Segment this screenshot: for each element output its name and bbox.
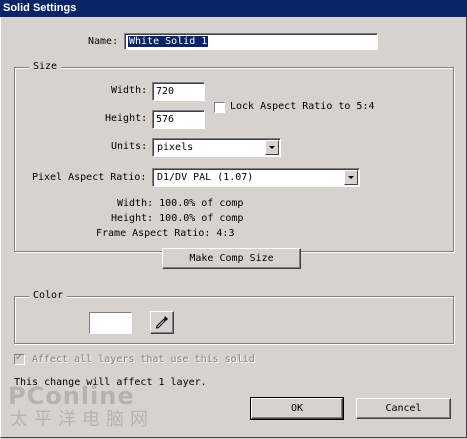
chevron-down-icon[interactable]: [344, 170, 358, 185]
eyedropper-icon: [155, 316, 168, 329]
make-comp-size-label: Make Comp Size: [189, 253, 274, 264]
name-label: Name:: [88, 36, 119, 47]
frame-aspect-text: Frame Aspect Ratio: 4:3: [96, 228, 235, 239]
window-title: Solid Settings: [3, 2, 77, 14]
width-input[interactable]: 720: [152, 82, 205, 101]
pixel-aspect-label: Pixel Aspect Ratio:: [32, 172, 147, 183]
size-group-title: Size: [29, 61, 62, 73]
units-value: pixels: [157, 142, 194, 153]
watermark-logo-chinese: 太平洋电脑网: [10, 409, 154, 430]
color-group-title: Color: [29, 290, 68, 302]
color-group: [14, 296, 454, 344]
window-title-bar[interactable]: Solid Settings: [0, 0, 467, 17]
checkmark-icon: ✓: [15, 352, 24, 363]
cancel-label: Cancel: [385, 403, 422, 414]
width-value: 720: [156, 86, 175, 97]
height-label: Height:: [105, 113, 148, 124]
width-label: Width:: [111, 85, 148, 96]
width-percent-text: Width: 100.0% of comp: [117, 198, 244, 209]
pixel-aspect-select[interactable]: D1/DV PAL (1.07): [152, 168, 360, 187]
height-input[interactable]: 576: [152, 110, 205, 129]
units-select[interactable]: pixels: [152, 138, 281, 157]
affect-all-label: Affect all layers that use this solid: [32, 354, 255, 365]
cancel-button[interactable]: Cancel: [356, 398, 451, 419]
pixel-aspect-value: D1/DV PAL (1.07): [157, 172, 254, 183]
ok-label: OK: [290, 403, 304, 414]
lock-aspect-label[interactable]: Lock Aspect Ratio to 5:4: [230, 100, 375, 114]
lock-aspect-checkbox[interactable]: [214, 102, 225, 113]
ok-button[interactable]: OK: [250, 397, 344, 420]
chevron-down-icon[interactable]: [265, 140, 279, 155]
height-value: 576: [156, 114, 175, 125]
eyedropper-button[interactable]: [150, 311, 174, 334]
height-percent-text: Height: 100.0% of comp: [111, 213, 244, 224]
color-swatch[interactable]: [89, 312, 132, 334]
name-input[interactable]: White Solid 1: [124, 33, 378, 50]
make-comp-size-button[interactable]: Make Comp Size: [162, 248, 301, 269]
name-value: White Solid 1: [128, 36, 209, 47]
affect-all-checkbox[interactable]: ✓: [14, 352, 25, 365]
units-label: Units:: [111, 141, 148, 152]
